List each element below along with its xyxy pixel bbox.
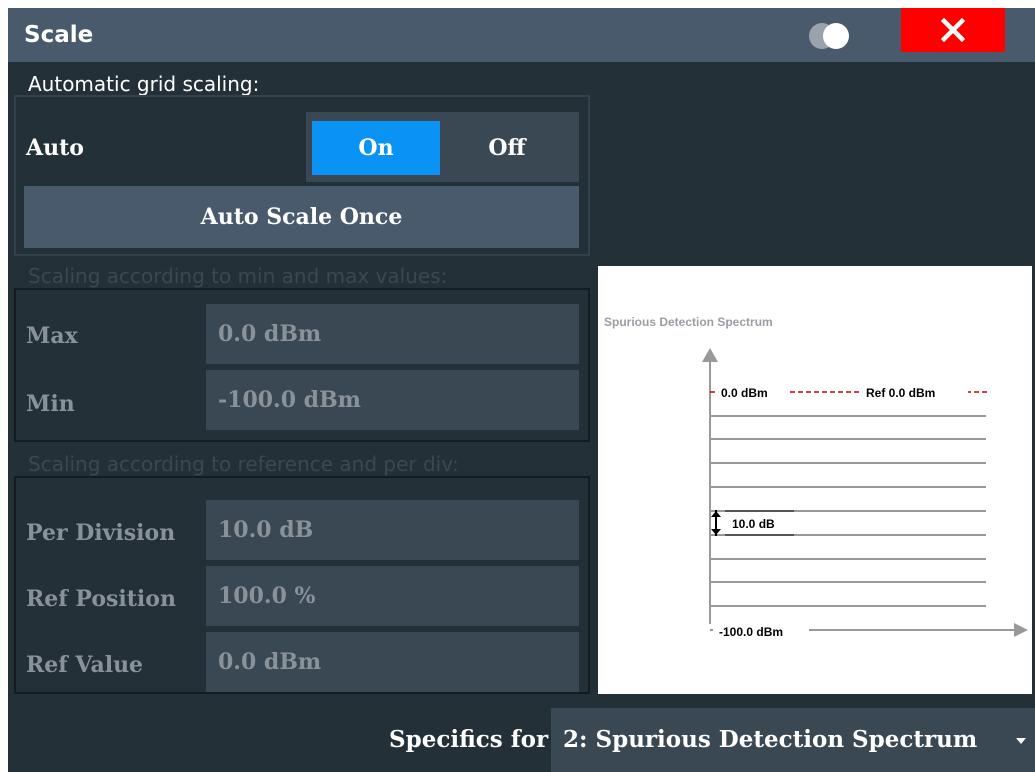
close-button[interactable]: [901, 8, 1005, 52]
auto-section-label: Automatic grid scaling:: [28, 72, 260, 96]
preview-title: Spurious Detection Spectrum: [604, 315, 773, 329]
auto-on-button[interactable]: On: [312, 121, 440, 175]
specifics-dropdown[interactable]: 2: Spurious Detection Spectrum: [551, 708, 1035, 772]
max-field[interactable]: 0.0 dBm: [206, 304, 579, 364]
ref-value-field[interactable]: 0.0 dBm: [206, 632, 579, 692]
minmax-group: Max 0.0 dBm Min -100.0 dBm: [14, 288, 590, 442]
preview-ref-label: Ref 0.0 dBm: [866, 386, 935, 400]
specifics-value: 2: Spurious Detection Spectrum: [563, 726, 978, 753]
auto-toggle: On Off: [306, 112, 579, 182]
ref-section-label: Scaling according to reference and per d…: [28, 452, 459, 476]
min-label: Min: [26, 391, 75, 417]
dropdown-arrow-icon: [1016, 738, 1026, 744]
scale-preview: Spurious Detection Spectrum 0.0 dBm Ref …: [598, 266, 1032, 694]
toggle-display-icon[interactable]: [808, 22, 864, 50]
auto-label: Auto: [26, 135, 84, 161]
per-division-field[interactable]: 10.0 dB: [206, 500, 579, 560]
per-division-label: Per Division: [26, 520, 176, 546]
ref-value-label: Ref Value: [26, 652, 144, 678]
division-marker-icon: [711, 510, 721, 536]
up-arrow-icon: [702, 348, 718, 362]
close-icon: [941, 18, 965, 42]
right-arrow-icon: [1014, 623, 1028, 637]
preview-top-label: 0.0 dBm: [721, 386, 768, 400]
scale-preview-diagram: Spurious Detection Spectrum 0.0 dBm Ref …: [604, 315, 1028, 640]
auto-off-button[interactable]: Off: [442, 121, 572, 175]
ref-position-field[interactable]: 100.0 %: [206, 566, 579, 626]
auto-group: Auto On Off Auto Scale Once: [14, 95, 590, 256]
preview-div-label: 10.0 dB: [732, 517, 775, 531]
dialog-title: Scale: [24, 22, 94, 48]
ref-position-label: Ref Position: [26, 586, 176, 612]
title-bar: Scale: [8, 8, 1035, 62]
max-label: Max: [26, 323, 78, 349]
ref-group: Per Division 10.0 dB Ref Position 100.0 …: [14, 476, 590, 694]
min-field[interactable]: -100.0 dBm: [206, 370, 579, 430]
auto-scale-once-button[interactable]: Auto Scale Once: [24, 186, 579, 248]
specifics-label: Specifics for: [389, 726, 549, 753]
scale-dialog: Scale Automatic grid scaling: Auto On Of…: [8, 8, 1035, 772]
preview-bottom-label: -100.0 dBm: [719, 625, 783, 639]
minmax-section-label: Scaling according to min and max values:: [28, 264, 448, 288]
